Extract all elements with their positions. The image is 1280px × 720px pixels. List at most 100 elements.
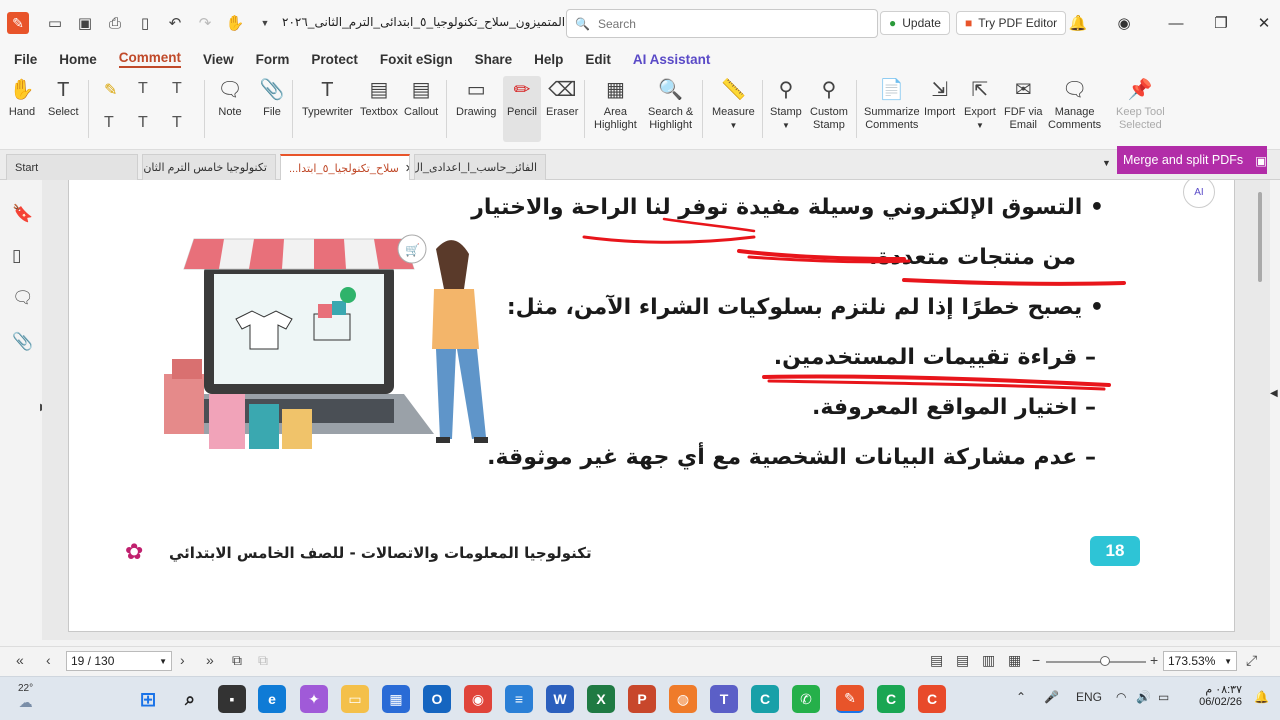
textbox-button[interactable]: ▤ Textbox <box>360 76 398 119</box>
drawing-button[interactable]: ▭ Drawing <box>456 76 496 119</box>
word-icon[interactable]: W <box>546 685 574 713</box>
menu-home[interactable]: Home <box>59 52 97 67</box>
foxit-taskbar-icon[interactable]: ✎ <box>836 685 864 713</box>
callout-button[interactable]: ▤ Callout <box>404 76 438 119</box>
eraser-button[interactable]: ⌫ Eraser <box>546 76 578 119</box>
pages-icon[interactable]: ▯ <box>12 246 21 266</box>
outlook-icon[interactable]: O <box>423 685 451 713</box>
highlight-text-icon[interactable]: ✎ <box>104 80 117 100</box>
hand-tool-button[interactable]: ✋ Hand <box>8 76 36 119</box>
vertical-scrollbar[interactable] <box>1258 192 1262 282</box>
customize-dropdown-icon[interactable]: ▼ <box>253 11 277 35</box>
replace-text-icon[interactable]: T <box>138 114 148 132</box>
save-icon[interactable]: ▣ <box>73 11 97 35</box>
attachments-icon[interactable]: 📎 <box>12 332 33 352</box>
custom-stamp-button[interactable]: ⚲ Custom Stamp <box>810 76 848 132</box>
taskbar-search-icon[interactable]: ⌕ <box>176 685 204 713</box>
export-button[interactable]: ⇱ Export ▼ <box>964 76 996 132</box>
tray-overflow-icon[interactable]: ⌃ <box>1016 690 1026 704</box>
language-indicator[interactable]: ENG <box>1076 690 1102 704</box>
minimize-icon[interactable]: — <box>1160 10 1192 36</box>
copilot-icon[interactable]: ✦ <box>300 685 328 713</box>
firefox-icon[interactable]: ◍ <box>669 685 697 713</box>
previous-page-icon[interactable]: ‹ <box>46 652 51 668</box>
zoom-out-icon[interactable]: − <box>1032 652 1040 668</box>
menu-ai-assistant[interactable]: AI Assistant <box>633 52 711 67</box>
tab-list-dropdown-icon[interactable]: ▼ <box>1102 158 1111 168</box>
merge-and-split-banner[interactable]: Merge and split PDFs ▣ <box>1117 146 1267 174</box>
chrome-icon[interactable]: ◉ <box>464 685 492 713</box>
facing-view-icon[interactable]: ▥ <box>982 652 995 669</box>
update-button[interactable]: ● Update <box>880 11 950 35</box>
file-attach-button[interactable]: 📎 File <box>258 76 286 119</box>
first-page-icon[interactable]: « <box>16 652 24 668</box>
next-page-icon[interactable]: › <box>180 652 185 668</box>
file-explorer-icon[interactable]: ▭ <box>341 685 369 713</box>
search-highlight-button[interactable]: 🔍 Search & Highlight <box>648 76 693 132</box>
menu-help[interactable]: Help <box>534 52 563 67</box>
close-icon[interactable]: ✕ <box>1248 10 1280 36</box>
area-highlight-button[interactable]: ▦ Area Highlight <box>594 76 637 132</box>
zoom-level-field[interactable]: 173.53% ▼ <box>1163 651 1237 671</box>
squiggly-text-icon[interactable]: T <box>172 80 182 98</box>
last-page-icon[interactable]: » <box>206 652 214 668</box>
zoom-in-icon[interactable]: + <box>1150 652 1158 668</box>
tab-document-active[interactable]: سلاح_تكنولجيا_٥_ابتدا...✕ <box>280 154 410 180</box>
wifi-icon[interactable]: ◠ <box>1116 690 1126 704</box>
note-button[interactable]: 🗨 Note <box>216 76 244 119</box>
redo-icon[interactable]: ↷ <box>193 11 217 35</box>
summarize-comments-button[interactable]: 📄 Summarize Comments <box>864 76 920 132</box>
page-number-field[interactable]: 19 / 130 ▼ <box>66 651 172 671</box>
print-icon[interactable]: ⎙ <box>103 11 127 35</box>
tab-document-1[interactable]: تكنولوجيا خامس الترم الثان... <box>142 154 276 180</box>
search-box[interactable]: 🔍 <box>566 9 878 38</box>
pencil-button[interactable]: ✏ Pencil <box>503 76 541 142</box>
keep-tool-selected-button[interactable]: 📌 Keep Tool Selected <box>1116 76 1165 132</box>
select-tool-button[interactable]: T Select <box>48 76 79 119</box>
clock[interactable]: ٠٨:٣٧ م 06/02/26 <box>1192 683 1242 708</box>
undo-icon[interactable]: ↶ <box>163 11 187 35</box>
excel-icon[interactable]: X <box>587 685 615 713</box>
search-input[interactable] <box>597 16 858 31</box>
microsoft-store-icon[interactable]: ▦ <box>382 685 410 713</box>
battery-icon[interactable]: ▭ <box>1158 690 1169 704</box>
insert-text-icon[interactable]: T <box>172 114 182 132</box>
menu-foxit-esign[interactable]: Foxit eSign <box>380 52 453 67</box>
right-panel-expand-icon[interactable]: ◀ <box>1270 388 1278 399</box>
app-c-icon[interactable]: C <box>751 685 779 713</box>
import-button[interactable]: ⇲ Import <box>924 76 955 119</box>
tab-document-3[interactable]: الفائز_حاسب_ا_اعدادى_ال... <box>414 154 546 180</box>
weather-widget[interactable]: 22° ☁ <box>18 683 33 711</box>
tab-start[interactable]: Start <box>6 154 138 180</box>
camtasia-editor-icon[interactable]: C <box>918 685 946 713</box>
continuous-facing-view-icon[interactable]: ▦ <box>1008 652 1021 669</box>
menu-file[interactable]: File <box>14 52 37 67</box>
menu-protect[interactable]: Protect <box>311 52 358 67</box>
menu-comment[interactable]: Comment <box>118 50 182 68</box>
menu-form[interactable]: Form <box>256 52 290 67</box>
strikeout-text-icon[interactable]: T <box>104 114 114 132</box>
comments-panel-icon[interactable]: 🗨 <box>12 288 34 308</box>
previous-view-icon[interactable]: ⧉ <box>232 652 242 669</box>
task-view-icon[interactable]: ▪ <box>218 685 246 713</box>
try-pdf-editor-button[interactable]: ■ Try PDF Editor <box>956 11 1067 35</box>
powerpoint-icon[interactable]: P <box>628 685 656 713</box>
restore-icon[interactable]: ❐ <box>1205 10 1237 36</box>
zoom-slider[interactable] <box>1046 656 1146 666</box>
bookmark-icon[interactable]: 🔖 <box>12 204 33 224</box>
typewriter-button[interactable]: T Typewriter <box>302 76 353 119</box>
menu-view[interactable]: View <box>203 52 234 67</box>
windows-start-icon[interactable]: ⊞ <box>134 685 162 713</box>
volume-icon[interactable]: 🔊 <box>1136 690 1151 704</box>
continuous-view-icon[interactable]: ▤ <box>956 652 969 669</box>
zoom-slider-thumb[interactable] <box>1100 656 1110 666</box>
microphone-icon[interactable]: 🎤 <box>1044 690 1059 704</box>
fullscreen-icon[interactable]: ⤢ <box>1246 652 1257 669</box>
menu-edit[interactable]: Edit <box>585 52 611 67</box>
whatsapp-icon[interactable]: ✆ <box>792 685 820 713</box>
menu-share[interactable]: Share <box>475 52 513 67</box>
manage-comments-button[interactable]: 🗨 Manage Comments <box>1048 76 1101 132</box>
next-view-icon[interactable]: ⧉ <box>258 652 268 669</box>
teams-icon[interactable]: T <box>710 685 738 713</box>
camtasia-recorder-icon[interactable]: C <box>877 685 905 713</box>
